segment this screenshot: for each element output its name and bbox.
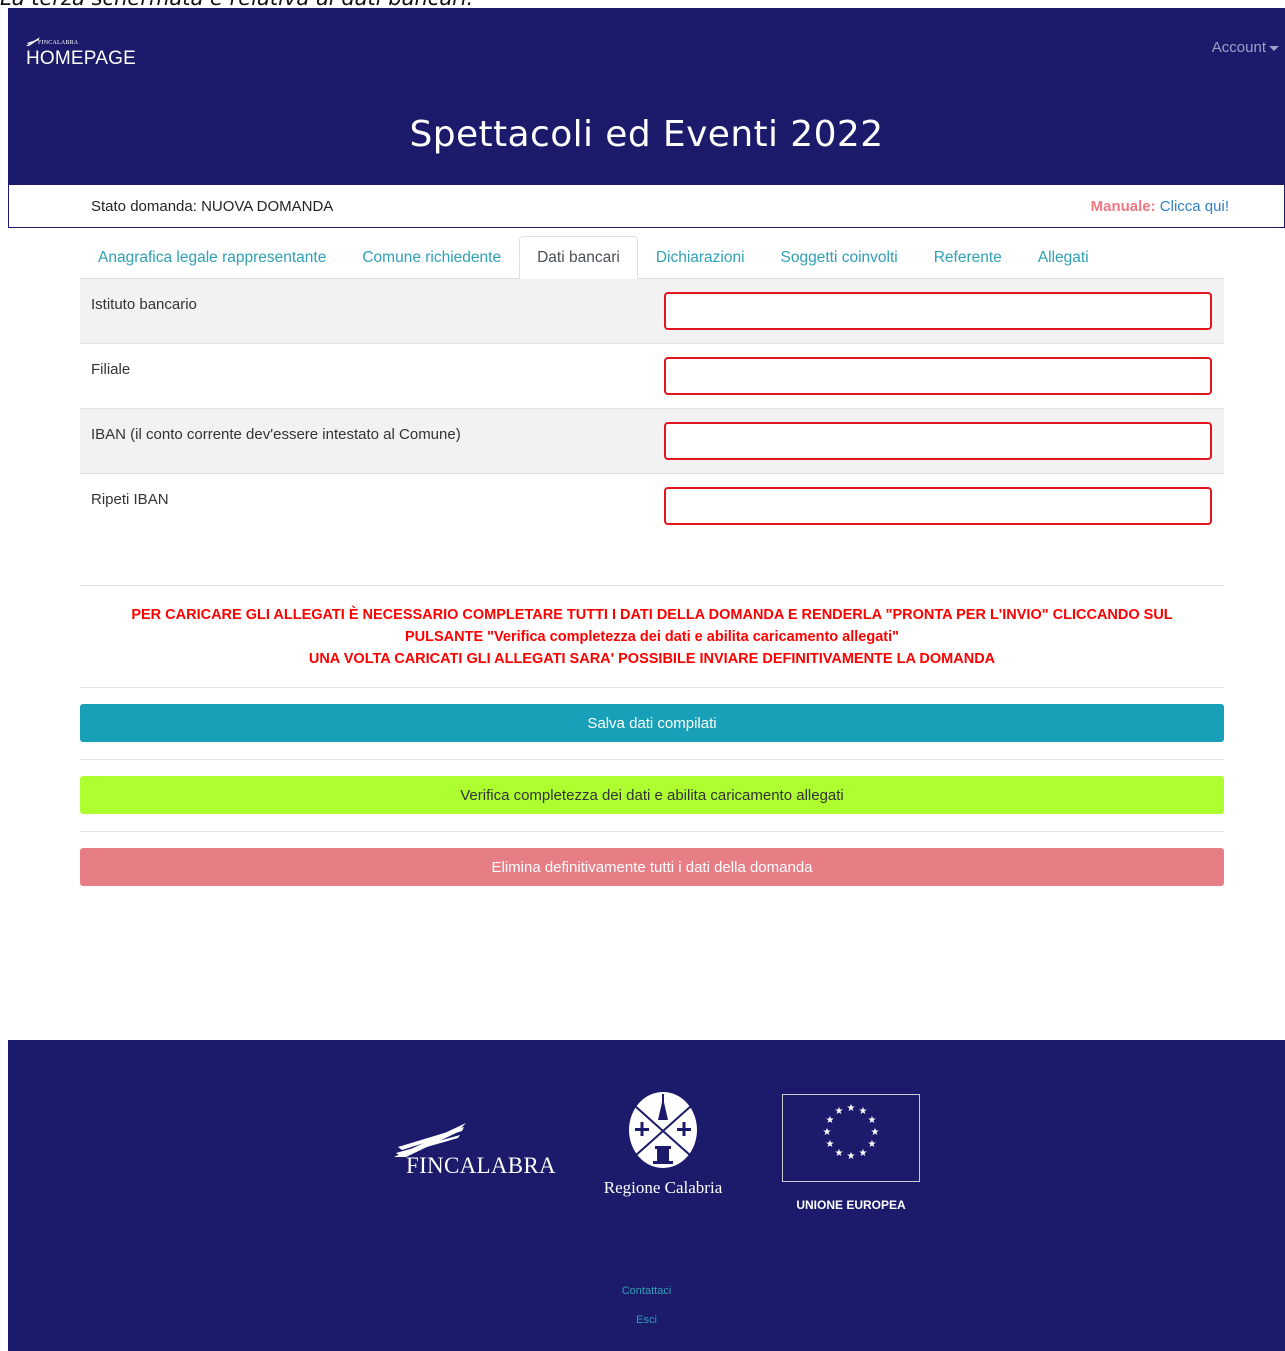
svg-text:★: ★ bbox=[835, 1106, 844, 1117]
svg-text:★: ★ bbox=[823, 1127, 832, 1138]
page-title: Spettacoli ed Eventi 2022 bbox=[409, 114, 884, 155]
warning-line-2: PULSANTE "Verifica completezza dei dati … bbox=[404, 629, 900, 645]
istituto-input[interactable] bbox=[664, 292, 1212, 330]
tab-anagrafica[interactable]: Anagrafica legale rappresentante bbox=[80, 236, 344, 278]
ripeti-iban-label: Ripeti IBAN bbox=[91, 491, 169, 508]
tab-referente[interactable]: Referente bbox=[916, 236, 1020, 278]
footer-logos: FINCALABRA Regione Calabria ★ ★ ★ ★ ★ ★ … bbox=[8, 1090, 1285, 1220]
svg-text:★: ★ bbox=[826, 1139, 835, 1150]
manual-label: Manuale: bbox=[1090, 197, 1156, 215]
filiale-label: Filiale bbox=[91, 361, 131, 378]
caret-down-icon bbox=[1269, 45, 1279, 51]
svg-text:★: ★ bbox=[868, 1115, 877, 1126]
ue-text: UNIONE EUROPEA bbox=[796, 1198, 906, 1212]
header: FINCALABRA HOMEPAGE Account Spettacoli e… bbox=[8, 8, 1285, 185]
main-container: Anagrafica legale rappresentante Comune … bbox=[80, 236, 1224, 886]
brand-title: HOMEPAGE bbox=[26, 48, 136, 69]
brand-small-text: FINCALABRA bbox=[38, 40, 79, 46]
tab-soggetti-coinvolti[interactable]: Soggetti coinvolti bbox=[763, 236, 916, 278]
tab-comune-richiedente[interactable]: Comune richiedente bbox=[344, 236, 519, 278]
save-button[interactable]: Salva dati compilati bbox=[80, 704, 1224, 742]
form-row-iban: IBAN (il conto corrente dev'essere intes… bbox=[80, 409, 1224, 474]
svg-text:★: ★ bbox=[871, 1127, 880, 1138]
app-page: FINCALABRA HOMEPAGE Account Spettacoli e… bbox=[8, 8, 1285, 228]
tab-allegati[interactable]: Allegati bbox=[1020, 236, 1107, 278]
svg-text:★: ★ bbox=[835, 1148, 844, 1159]
tab-bar: Anagrafica legale rappresentante Comune … bbox=[80, 236, 1224, 279]
svg-text:★: ★ bbox=[847, 1103, 856, 1114]
svg-text:★: ★ bbox=[826, 1115, 835, 1126]
account-menu[interactable]: Account bbox=[1212, 39, 1279, 56]
fincalabra-footer-logo: FINCALABRA bbox=[386, 1123, 556, 1183]
ripeti-iban-input[interactable] bbox=[664, 487, 1212, 525]
form-row-ripeti-iban: Ripeti IBAN bbox=[80, 474, 1224, 538]
fincalabra-logo-icon: FINCALABRA bbox=[26, 30, 136, 46]
regione-text: Regione Calabria bbox=[603, 1178, 723, 1197]
unione-europea-logo: ★ ★ ★ ★ ★ ★ ★ ★ ★ ★ ★ ★ UNIONE EUROPEA bbox=[782, 1094, 920, 1212]
warning-line-1: PER CARICARE GLI ALLEGATI È NECESSARIO C… bbox=[131, 607, 1173, 623]
svg-text:★: ★ bbox=[859, 1148, 868, 1159]
form-row-filiale: Filiale bbox=[80, 344, 1224, 409]
footer: FINCALABRA Regione Calabria ★ ★ ★ ★ ★ ★ … bbox=[8, 1040, 1285, 1351]
fincalabra-text: FINCALABRA bbox=[406, 1153, 556, 1178]
istituto-label: Istituto bancario bbox=[91, 296, 197, 313]
iban-input[interactable] bbox=[664, 422, 1212, 460]
eu-flag-icon: ★ ★ ★ ★ ★ ★ ★ ★ ★ ★ ★ ★ bbox=[782, 1094, 920, 1182]
svg-text:★: ★ bbox=[868, 1139, 877, 1150]
fincalabra-wing-icon bbox=[394, 1123, 466, 1157]
bank-form: Istituto bancario Filiale IBAN (il conto… bbox=[80, 279, 1224, 538]
svg-text:★: ★ bbox=[847, 1151, 856, 1162]
status-bar: Stato domanda: NUOVA DOMANDA Manuale: Cl… bbox=[8, 185, 1285, 228]
delete-button[interactable]: Elimina definitivamente tutti i dati del… bbox=[80, 848, 1224, 886]
status-text: Stato domanda: NUOVA DOMANDA bbox=[91, 197, 334, 215]
tab-dichiarazioni[interactable]: Dichiarazioni bbox=[638, 236, 763, 278]
regione-calabria-logo: Regione Calabria bbox=[583, 1090, 743, 1198]
filiale-input[interactable] bbox=[664, 357, 1212, 395]
brand-home-link[interactable]: FINCALABRA HOMEPAGE bbox=[26, 30, 136, 70]
regione-coat-of-arms-icon bbox=[629, 1092, 697, 1168]
manual-block: Manuale: Clicca qui! bbox=[1091, 198, 1229, 215]
account-label: Account bbox=[1211, 39, 1266, 56]
svg-text:★: ★ bbox=[859, 1106, 868, 1117]
verify-button[interactable]: Verifica completezza dei dati e abilita … bbox=[80, 776, 1224, 814]
contact-link[interactable]: Contattaci bbox=[8, 1285, 1285, 1297]
warning-line-3: UNA VOLTA CARICATI GLI ALLEGATI SARA' PO… bbox=[308, 651, 996, 667]
iban-label: IBAN (il conto corrente dev'essere intes… bbox=[91, 426, 461, 443]
tab-dati-bancari[interactable]: Dati bancari bbox=[519, 236, 638, 279]
manual-link[interactable]: Clicca qui! bbox=[1160, 198, 1229, 215]
exit-link[interactable]: Esci bbox=[8, 1314, 1285, 1326]
attachments-warning: PER CARICARE GLI ALLEGATI È NECESSARIO C… bbox=[80, 586, 1224, 687]
form-row-istituto: Istituto bancario bbox=[80, 279, 1224, 344]
